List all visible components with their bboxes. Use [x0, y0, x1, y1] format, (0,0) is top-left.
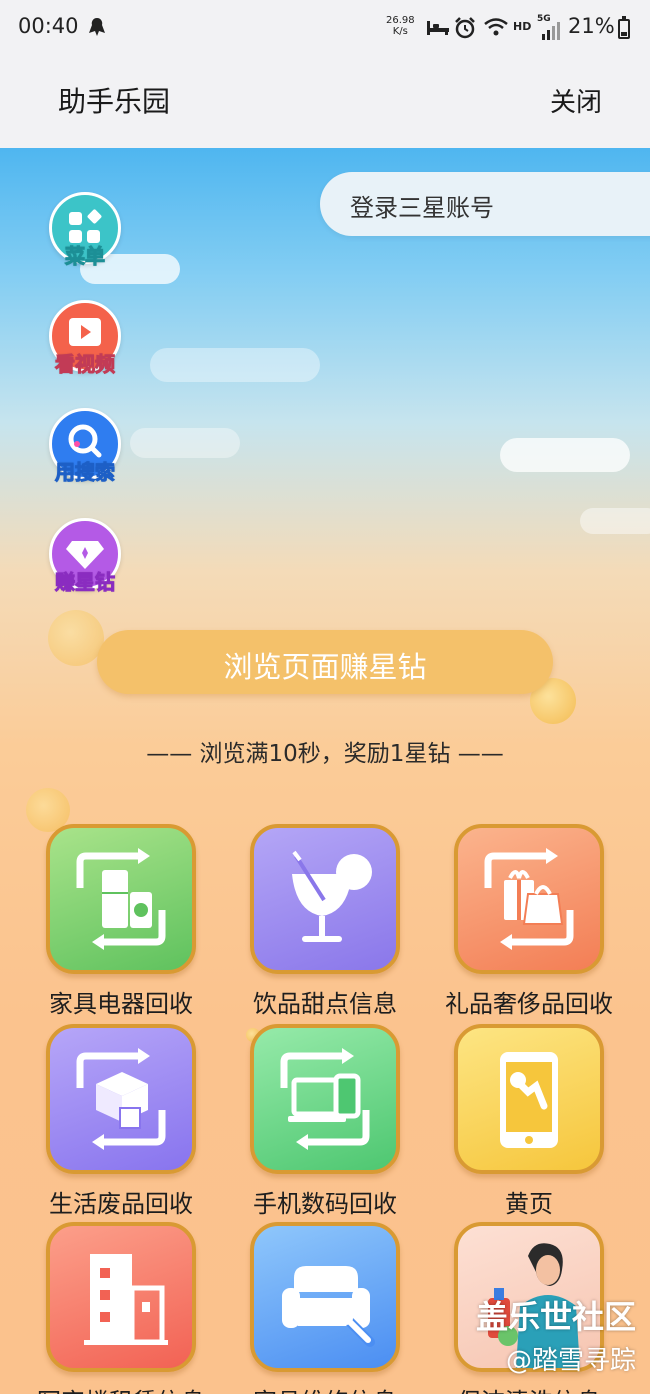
- login-label: 登录三星账号: [350, 194, 494, 222]
- alarm-icon: [455, 17, 475, 39]
- device-recycle-icon: [250, 1024, 400, 1174]
- clock: 00:40: [18, 14, 79, 38]
- side-menu-label: 赚星钻: [55, 570, 116, 595]
- sofa-wrench-icon: [250, 1222, 400, 1372]
- browse-earn-label: 浏览页面赚星钻: [223, 650, 427, 684]
- sleep-icon: [427, 21, 449, 35]
- coin-decoration: [48, 610, 104, 666]
- status-bar: 00:40 26.98 K/s HD 5G 21%: [0, 0, 650, 56]
- side-menu-item[interactable]: 用搜索: [47, 408, 123, 496]
- cloud-decoration: [130, 428, 240, 458]
- cloud-decoration: [150, 348, 320, 382]
- tile-label: 家具维修信息: [210, 1382, 440, 1394]
- cloud-decoration: [500, 438, 630, 472]
- close-button[interactable]: 关闭: [550, 82, 602, 119]
- watermark-author: @踏雪寻踪: [505, 1346, 636, 1376]
- side-menu-item[interactable]: 赚星钻: [47, 518, 123, 606]
- watermark-title: 盖乐世社区: [475, 1298, 636, 1336]
- phone-wrench-icon: [454, 1024, 604, 1174]
- gift-recycle-icon: [454, 824, 604, 974]
- battery-icon: [618, 16, 630, 39]
- appliance-recycle-icon: [46, 824, 196, 974]
- main-content: 登录三星账号 菜单 看视频 用搜索 赚星钻 浏览页面赚星钻 —— 浏览满10秒，…: [0, 148, 650, 1394]
- box-recycle-icon: [46, 1024, 196, 1174]
- browse-earn-button[interactable]: 浏览页面赚星钻: [97, 630, 553, 694]
- signal-icon: [542, 22, 560, 40]
- tile-label: 生活废品回收: [49, 1190, 193, 1218]
- side-menu-label: 用搜索: [55, 460, 116, 485]
- tile-label: 写字楼租赁信息: [6, 1382, 236, 1394]
- app-bar: 助手乐园 关闭: [0, 56, 650, 148]
- tile-label: 保洁清洗信息: [414, 1382, 644, 1394]
- notification-app-icon: [89, 18, 105, 36]
- tile-label: 黄页: [505, 1190, 553, 1218]
- tile-label: 礼品奢侈品回收: [445, 990, 613, 1018]
- building-icon: [46, 1222, 196, 1372]
- tile-label: 手机数码回收: [253, 1190, 397, 1218]
- drink-icon: [250, 824, 400, 974]
- page-title: 助手乐园: [58, 85, 171, 118]
- hd-indicator: HD: [513, 20, 532, 33]
- side-menu-label: 菜单: [65, 244, 106, 269]
- reward-hint: —— 浏览满10秒，奖励1星钻 ——: [146, 741, 504, 767]
- wifi-icon: [484, 18, 508, 36]
- side-menu-label: 看视频: [55, 352, 116, 377]
- login-button[interactable]: 登录三星账号: [320, 172, 650, 236]
- side-menu-item[interactable]: 菜单: [47, 192, 123, 280]
- cloud-decoration: [580, 508, 650, 534]
- tile-label: 家具电器回收: [49, 990, 193, 1018]
- battery-percent: 21%: [568, 14, 615, 38]
- side-menu-item[interactable]: 看视频: [47, 300, 123, 388]
- tile-label: 饮品甜点信息: [253, 990, 397, 1018]
- network-speed: 26.98 K/s: [386, 15, 415, 37]
